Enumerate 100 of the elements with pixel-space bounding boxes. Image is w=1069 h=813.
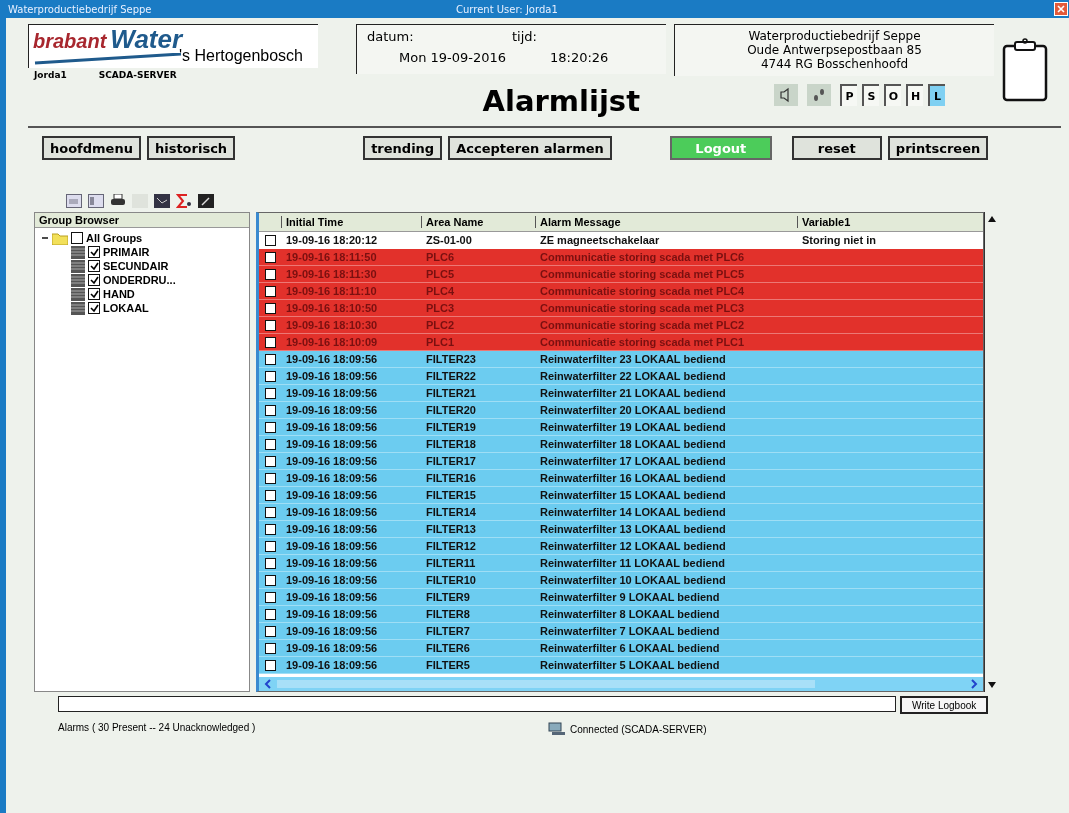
column-header[interactable]: Initial Time [281, 216, 421, 228]
scroll-down-icon[interactable] [988, 682, 996, 688]
alarm-row[interactable]: 19-09-16 18:09:56 FILTER6 Reinwaterfilter 6 LOKAAL bediend [259, 640, 983, 657]
alarm-row[interactable]: 19-09-16 18:09:56 FILTER20 Reinwaterfilter 20 LOKAAL bediend [259, 402, 983, 419]
checkbox[interactable] [264, 421, 276, 433]
checkbox[interactable] [264, 506, 276, 518]
checkbox[interactable] [264, 659, 276, 671]
checkbox[interactable] [88, 288, 100, 300]
checkbox[interactable] [264, 438, 276, 450]
tree-item[interactable]: All Groups [86, 232, 143, 244]
checkbox[interactable] [264, 336, 276, 348]
nav-button[interactable]: Accepteren alarmen [448, 136, 612, 160]
checkbox[interactable] [88, 274, 100, 286]
checkbox[interactable] [264, 353, 276, 365]
checkbox[interactable] [264, 489, 276, 501]
server-name: SCADA-SERVER [98, 70, 177, 80]
logbook-input[interactable] [58, 696, 896, 712]
table-cell-text: 19-09-16 18:09:56 [285, 523, 379, 535]
checkbox[interactable] [264, 642, 276, 654]
checkbox[interactable] [264, 251, 276, 263]
scroll-up-icon[interactable] [988, 216, 996, 222]
checkbox[interactable] [264, 302, 276, 314]
table-cell-text: Reinwaterfilter 16 LOKAAL bediend [539, 472, 727, 484]
checkbox[interactable] [264, 370, 276, 382]
nav-button[interactable]: trending [363, 136, 443, 160]
checkbox[interactable] [264, 574, 276, 586]
collapse-toggle[interactable] [41, 234, 49, 242]
clipboard-icon[interactable] [1002, 38, 1048, 102]
mode-indicator[interactable]: S [862, 84, 879, 106]
alarm-row[interactable]: 19-09-16 18:09:56 FILTER22 Reinwaterfilter 22 LOKAAL bediend [259, 368, 983, 385]
tree-item[interactable]: ONDERDRU... [103, 274, 176, 286]
checkbox[interactable] [264, 319, 276, 331]
printer-icon[interactable] [110, 194, 126, 208]
horizontal-scrollbar[interactable] [259, 677, 983, 691]
nav-button[interactable]: reset [791, 136, 882, 160]
checkbox[interactable] [88, 246, 100, 258]
checkbox[interactable] [264, 625, 276, 637]
alarm-row[interactable]: 19-09-16 18:09:56 FILTER14 Reinwaterfilter 14 LOKAAL bediend [259, 504, 983, 521]
alarm-row[interactable]: 19-09-16 18:09:56 FILTER5 Reinwaterfilter 5 LOKAAL bediend [259, 657, 983, 674]
tree-item[interactable]: PRIMAIR [103, 246, 150, 258]
alarm-row[interactable]: 19-09-16 18:09:56 FILTER21 Reinwaterfilter 21 LOKAAL bediend [259, 385, 983, 402]
mode-indicator[interactable]: O [884, 84, 901, 106]
checkbox[interactable] [264, 404, 276, 416]
checkbox[interactable] [264, 234, 276, 246]
checkbox[interactable] [264, 591, 276, 603]
mode-indicator[interactable]: L [928, 84, 945, 106]
close-button[interactable] [1054, 2, 1068, 16]
window-icon[interactable] [88, 194, 104, 208]
checkbox[interactable] [88, 260, 100, 272]
vertical-scrollbar[interactable] [984, 212, 999, 692]
column-header[interactable]: Area Name [421, 216, 535, 228]
checkbox[interactable] [264, 285, 276, 297]
nav-button[interactable]: printscreen [887, 136, 989, 160]
checkbox[interactable] [88, 302, 100, 314]
tree-item[interactable]: SECUNDAIR [103, 260, 169, 272]
alarm-row[interactable]: 19-09-16 18:09:56 FILTER16 Reinwaterfilter 16 LOKAAL bediend [259, 470, 983, 487]
checkbox[interactable] [264, 268, 276, 280]
speaker-icon[interactable] [774, 84, 798, 106]
alarm-row[interactable]: 19-09-16 18:09:56 FILTER17 Reinwaterfilter 17 LOKAAL bediend [259, 453, 983, 470]
alarm-row[interactable]: 19-09-16 18:09:56 FILTER19 Reinwaterfilter 19 LOKAAL bediend [259, 419, 983, 436]
checkbox[interactable] [264, 387, 276, 399]
mode-indicator[interactable]: P [840, 84, 857, 106]
alarm-row[interactable]: 19-09-16 18:09:56 FILTER15 Reinwaterfilter 15 LOKAAL bediend [259, 487, 983, 504]
sigma-icon[interactable] [176, 194, 192, 208]
table-cell-text: Communicatie storing scada met PLC6 [539, 251, 746, 263]
table-cell-text: 19-09-16 18:09:56 [285, 472, 379, 484]
alarm-row[interactable]: 19-09-16 18:09:56 FILTER7 Reinwaterfilter 7 LOKAAL bediend [259, 623, 983, 640]
mode-indicator[interactable]: H [906, 84, 923, 106]
column-header[interactable]: Alarm Message [535, 216, 797, 228]
column-header[interactable]: Variable1 [797, 216, 983, 228]
group-icon [71, 273, 85, 287]
checkbox[interactable] [264, 540, 276, 552]
alarm-row[interactable]: 19-09-16 18:09:56 FILTER10 Reinwaterfilter 10 LOKAAL bediend [259, 572, 983, 589]
edit-icon[interactable] [198, 194, 214, 208]
alarm-row[interactable]: 19-09-16 18:09:56 FILTER18 Reinwaterfilter 18 LOKAAL bediend [259, 436, 983, 453]
alarm-row[interactable]: 19-09-16 18:09:56 FILTER23 Reinwaterfilter 23 LOKAAL bediend [259, 351, 983, 368]
time-label: tijd: [512, 29, 538, 44]
scroll-left-icon[interactable] [263, 679, 273, 689]
checkbox[interactable] [264, 523, 276, 535]
alarm-row[interactable]: 19-09-16 18:09:56 FILTER12 Reinwaterfilter 12 LOKAAL bediend [259, 538, 983, 555]
tree-item[interactable]: HAND [103, 288, 135, 300]
tree-item[interactable]: LOKAAL [103, 302, 149, 314]
alarm-row[interactable]: 19-09-16 18:09:56 FILTER13 Reinwaterfilter 13 LOKAAL bediend [259, 521, 983, 538]
table-cell-text: 19-09-16 18:09:56 [285, 421, 379, 433]
checkbox[interactable] [264, 608, 276, 620]
alarm-row[interactable]: 19-09-16 18:09:56 FILTER11 Reinwaterfilter 11 LOKAAL bediend [259, 555, 983, 572]
alarm-row[interactable]: 19-09-16 18:09:56 FILTER8 Reinwaterfilter 8 LOKAAL bediend [259, 606, 983, 623]
chart-icon[interactable] [154, 194, 170, 208]
checkbox[interactable] [264, 472, 276, 484]
checkbox[interactable] [71, 232, 83, 244]
checkbox[interactable] [264, 455, 276, 467]
nav-button[interactable]: hoofdmenu [42, 136, 141, 160]
scroll-right-icon[interactable] [969, 679, 979, 689]
window-icon[interactable] [66, 194, 82, 208]
alarm-row[interactable]: 19-09-16 18:09:56 FILTER9 Reinwaterfilter 9 LOKAAL bediend [259, 589, 983, 606]
checkbox[interactable] [264, 557, 276, 569]
nav-button[interactable]: historisch [146, 136, 236, 160]
write-logbook-button[interactable]: Write Logbook [900, 696, 989, 714]
table-cell-text: 19-09-16 18:09:56 [285, 642, 379, 654]
folder-icon [52, 231, 68, 245]
